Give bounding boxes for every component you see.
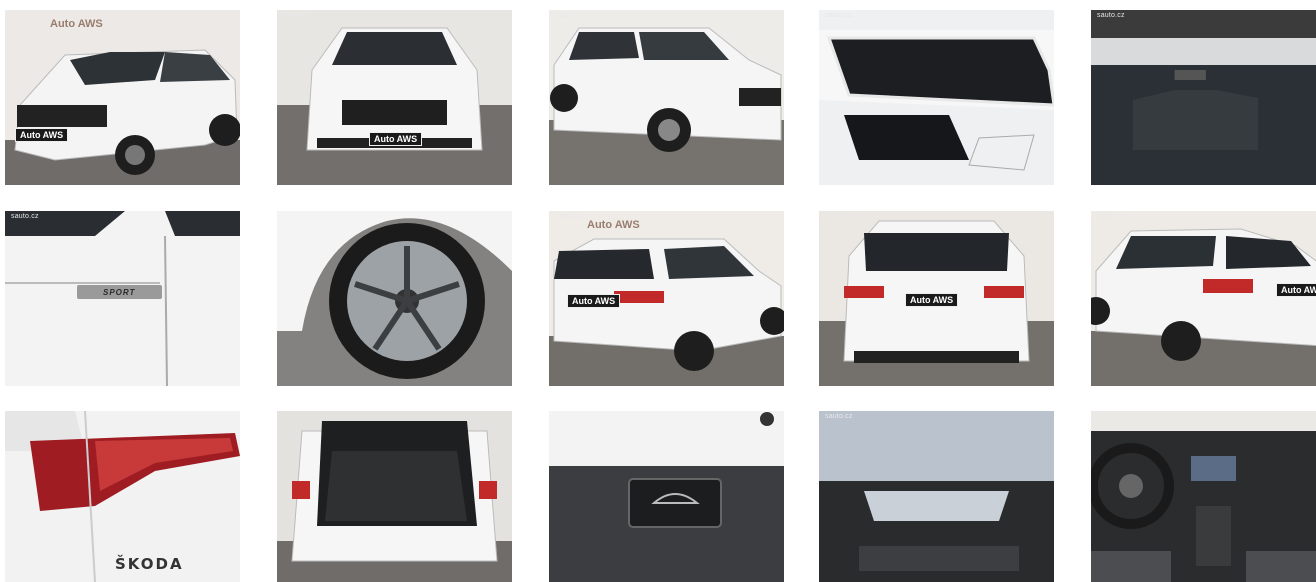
photo-thumb-1[interactable]: Auto AWS Auto AWS [5, 10, 240, 185]
trunk-button-image [549, 411, 784, 582]
windshield-interior-image [1091, 10, 1316, 185]
watermark: sauto.cz [555, 213, 583, 220]
watermark: sauto.cz [11, 213, 39, 220]
photo-thumb-10[interactable]: Auto AWS sauto.cz [1091, 211, 1316, 386]
dealer-plate: Auto AWS [369, 132, 423, 146]
alloy-wheel-image [277, 211, 512, 386]
photo-thumb-8[interactable]: Auto AWS Auto AWS sauto.cz [549, 211, 784, 386]
door-sport-badge-image [5, 211, 240, 386]
watermark: sauto.cz [283, 12, 311, 19]
photo-thumb-4[interactable]: sauto.cz [819, 10, 1054, 185]
dealer-brand-text: Auto AWS [50, 18, 103, 30]
photo-thumb-5[interactable]: sauto.cz [1091, 10, 1316, 185]
photo-thumb-11[interactable]: ŠKODA [5, 411, 240, 582]
dealer-plate: Auto AWS [15, 128, 69, 142]
open-trunk-image [277, 411, 512, 582]
dealer-plate: Auto AWS [1276, 283, 1316, 297]
photo-gallery: Auto AWS Auto AWS sauto.cz Auto AWS saut… [0, 0, 1316, 582]
dealer-plate: Auto AWS [567, 294, 621, 308]
watermark: sauto.cz [1097, 12, 1125, 19]
dashboard-interior-image [1091, 411, 1316, 582]
watermark: sauto.cz [1097, 213, 1125, 220]
car-front-view-image [277, 10, 512, 185]
car-front-three-quarter-image [5, 10, 240, 185]
photo-thumb-6[interactable]: sauto.cz SPORT [5, 211, 240, 386]
sport-badge-text: SPORT [103, 288, 136, 297]
car-rear-side-image [1091, 211, 1316, 386]
skoda-lettering: ŠKODA [115, 555, 184, 573]
photo-thumb-14[interactable]: sauto.cz [819, 411, 1054, 582]
photo-thumb-15[interactable] [1091, 411, 1316, 582]
photo-thumb-7[interactable] [277, 211, 512, 386]
photo-thumb-9[interactable]: Auto AWS sauto.cz [819, 211, 1054, 386]
watermark: sauto.cz [825, 213, 853, 220]
watermark: sauto.cz [555, 12, 583, 19]
car-side-front-image [549, 10, 784, 185]
dealer-plate: Auto AWS [905, 293, 959, 307]
watermark: sauto.cz [825, 12, 853, 19]
photo-thumb-3[interactable]: sauto.cz [549, 10, 784, 185]
photo-thumb-13[interactable] [549, 411, 784, 582]
watermark: sauto.cz [825, 413, 853, 420]
photo-thumb-2[interactable]: sauto.cz Auto AWS [277, 10, 512, 185]
photo-thumb-12[interactable] [277, 411, 512, 582]
dealer-brand-text: Auto AWS [587, 219, 640, 231]
headlight-closeup-image [819, 10, 1054, 185]
panoramic-roof-image [819, 411, 1054, 582]
